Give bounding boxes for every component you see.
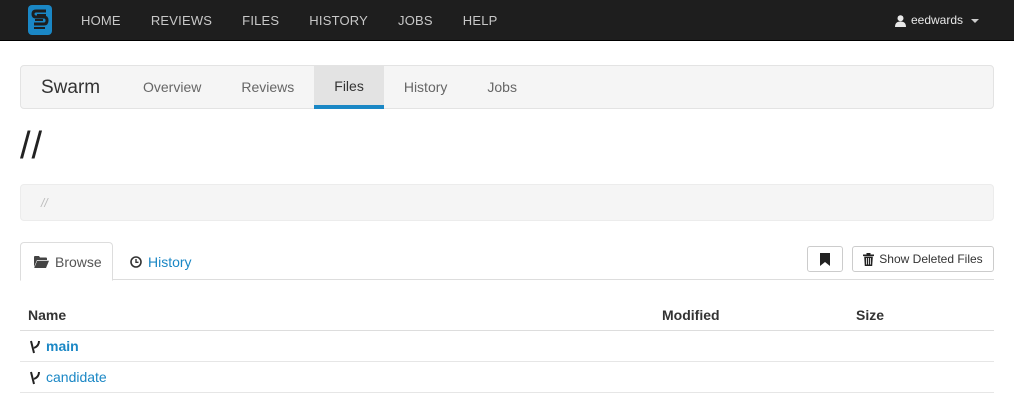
project-navbar: Swarm Overview Reviews Files History Job… <box>20 65 994 109</box>
branch-icon <box>30 371 40 384</box>
col-modified[interactable]: Modified <box>662 300 720 330</box>
nav-history[interactable]: HISTORY <box>294 0 383 41</box>
tab-history[interactable]: History <box>384 66 468 109</box>
nav-home[interactable]: HOME <box>66 0 136 41</box>
tab-jobs[interactable]: Jobs <box>467 66 537 109</box>
table-header: Name Modified Size <box>20 300 994 331</box>
file-name-cell[interactable]: main <box>29 331 79 362</box>
tab-history-label: History <box>148 253 192 270</box>
top-navbar: HOME REVIEWS FILES HISTORY JOBS HELP eed… <box>0 0 1014 41</box>
clock-icon <box>130 255 142 268</box>
tab-browse-label: Browse <box>55 253 102 270</box>
breadcrumb: // <box>20 184 994 221</box>
show-deleted-label: Show Deleted Files <box>879 252 983 266</box>
project-tabs: Overview Reviews Files History Jobs <box>123 66 537 109</box>
tab-browse[interactable]: Browse <box>20 242 113 281</box>
caret-down-icon <box>971 18 979 23</box>
show-deleted-files-button[interactable]: Show Deleted Files <box>852 246 994 272</box>
page-title: // <box>20 125 44 167</box>
user-menu[interactable]: eedwards <box>894 0 979 41</box>
swarm-logo-icon[interactable] <box>27 4 53 36</box>
tab-file-history[interactable]: History <box>126 242 192 281</box>
nav-jobs[interactable]: JOBS <box>383 0 448 41</box>
bookmark-button[interactable] <box>807 246 843 272</box>
tab-files[interactable]: Files <box>314 66 384 109</box>
bookmark-icon <box>820 252 830 266</box>
table-row[interactable]: main <box>20 331 994 362</box>
username: eedwards <box>910 13 963 27</box>
file-name[interactable]: candidate <box>46 362 107 393</box>
tab-overview[interactable]: Overview <box>123 66 221 109</box>
col-size[interactable]: Size <box>856 300 884 330</box>
table-row[interactable]: candidate <box>20 362 994 393</box>
user-icon <box>894 14 906 27</box>
nav-files[interactable]: FILES <box>227 0 294 41</box>
tab-reviews[interactable]: Reviews <box>221 66 314 109</box>
project-name[interactable]: Swarm <box>41 66 100 109</box>
files-table: Name Modified Size main candidate <box>20 300 994 393</box>
file-name[interactable]: main <box>46 331 79 362</box>
breadcrumb-path: // <box>41 196 48 210</box>
file-name-cell[interactable]: candidate <box>29 362 107 393</box>
nav-help[interactable]: HELP <box>448 0 513 41</box>
main-nav: HOME REVIEWS FILES HISTORY JOBS HELP <box>66 0 513 41</box>
trash-icon <box>863 252 875 266</box>
folder-open-icon <box>34 255 49 268</box>
nav-reviews[interactable]: REVIEWS <box>136 0 227 41</box>
col-name[interactable]: Name <box>28 300 66 330</box>
branch-icon <box>30 340 40 353</box>
